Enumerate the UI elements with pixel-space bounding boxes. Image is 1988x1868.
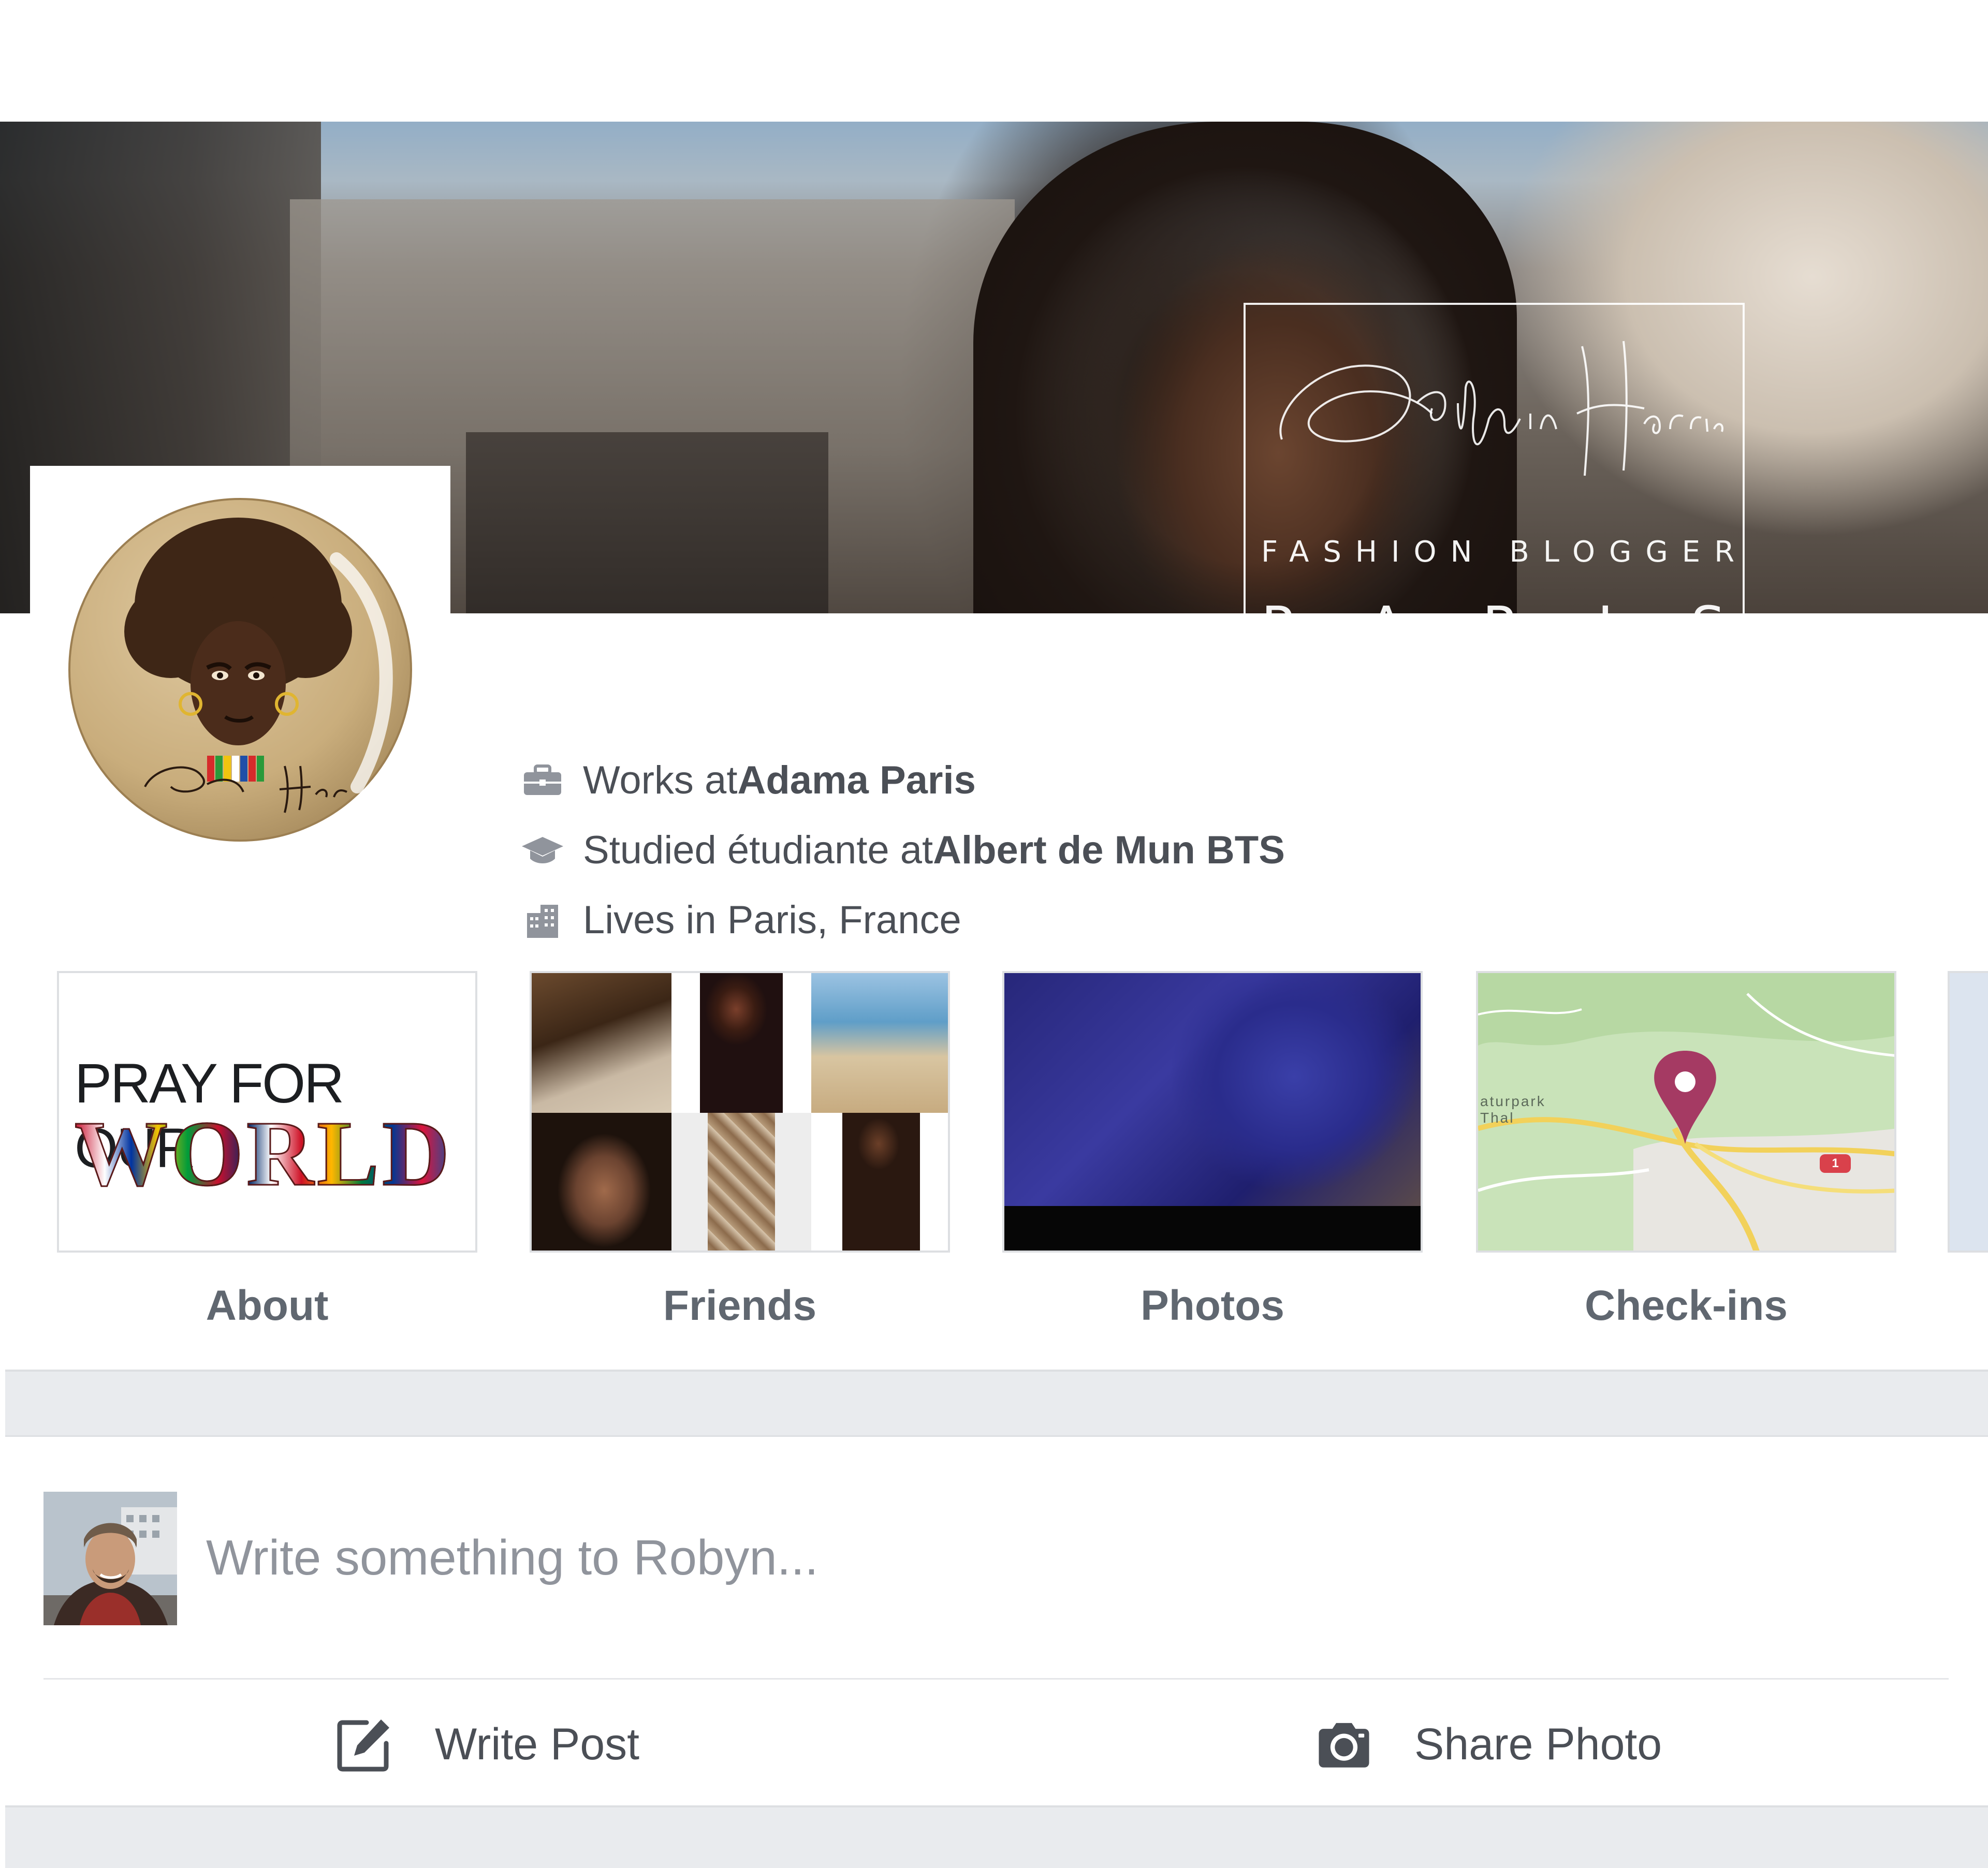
brand-city: PARIS (1261, 595, 1743, 613)
tile-friends[interactable] (530, 971, 950, 1253)
photos-thumb (1004, 973, 1421, 1206)
friend-thumb[interactable] (532, 1113, 671, 1251)
friends-grid (532, 973, 948, 1251)
friend-thumb[interactable] (532, 973, 671, 1113)
brand-subtitle: FASHION BLOGGER (1261, 535, 1749, 569)
map-place-label: aturpark Thal (1480, 1093, 1546, 1126)
city-buildings-icon (518, 900, 567, 941)
profile-tiles: PRAY FOR OUR WORLD About Friends Photos (0, 971, 1988, 1370)
friend-thumb[interactable] (708, 1113, 775, 1251)
composer-input[interactable] (206, 1511, 1914, 1605)
composer-avatar[interactable] (43, 1492, 177, 1625)
intro-lives[interactable]: Lives in Paris, France (518, 885, 1285, 955)
friend-thumb[interactable] (811, 973, 948, 1113)
cover-brand-box: FASHION BLOGGER PARIS (1244, 303, 1745, 613)
tile-about-label[interactable]: About (57, 1282, 477, 1330)
tile-photos[interactable] (1002, 971, 1423, 1253)
tile-friends-label[interactable]: Friends (530, 1282, 950, 1330)
tile-checkins-label[interactable]: Check-ins (1476, 1282, 1896, 1330)
section-divider-bottom (5, 1805, 1988, 1868)
camera-icon (1315, 1715, 1373, 1773)
cover-building-base (466, 432, 828, 613)
intro-work-place[interactable]: Adama Paris (737, 758, 975, 803)
friend-thumb[interactable] (700, 973, 783, 1113)
profile-picture[interactable] (67, 497, 413, 843)
tile-about[interactable]: PRAY FOR OUR WORLD (57, 971, 477, 1253)
tile-photos-label[interactable]: Photos (1002, 1282, 1423, 1330)
intro-study-place[interactable]: Albert de Mun BTS (933, 828, 1285, 873)
tile-checkins[interactable]: aturpark Thal 1 (1476, 971, 1896, 1253)
profile-picture-frame[interactable] (30, 466, 450, 875)
edit-pencil-icon (335, 1715, 393, 1773)
tile-next-partial[interactable] (1948, 971, 1988, 1253)
intro-work[interactable]: Works at Adama Paris (518, 745, 1285, 815)
about-thumb-line2: WORLD (74, 1100, 452, 1207)
intro-lives-text: Lives in Paris, France (583, 898, 961, 942)
section-divider (5, 1370, 1988, 1437)
write-post-label: Write Post (435, 1719, 640, 1769)
friend-thumb[interactable] (842, 1113, 920, 1251)
photos-thumb-bar (1004, 1206, 1421, 1251)
composer-divider (43, 1678, 1949, 1680)
intro-study-prefix: Studied étudiante at (583, 828, 933, 872)
graduation-cap-icon (518, 830, 567, 871)
share-photo-button[interactable]: Share Photo (1315, 1703, 1662, 1786)
intro-work-prefix: Works at (583, 758, 738, 802)
intro-section: Works at Adama Paris Studied étudiante a… (518, 745, 1285, 955)
map-route-badge: 1 (1832, 1156, 1839, 1170)
intro-study[interactable]: Studied étudiante at Albert de Mun BTS (518, 815, 1285, 885)
share-photo-label: Share Photo (1414, 1719, 1662, 1769)
write-post-button[interactable]: Write Post (335, 1703, 639, 1786)
briefcase-icon (518, 760, 567, 801)
signature-logo (1279, 341, 1723, 476)
